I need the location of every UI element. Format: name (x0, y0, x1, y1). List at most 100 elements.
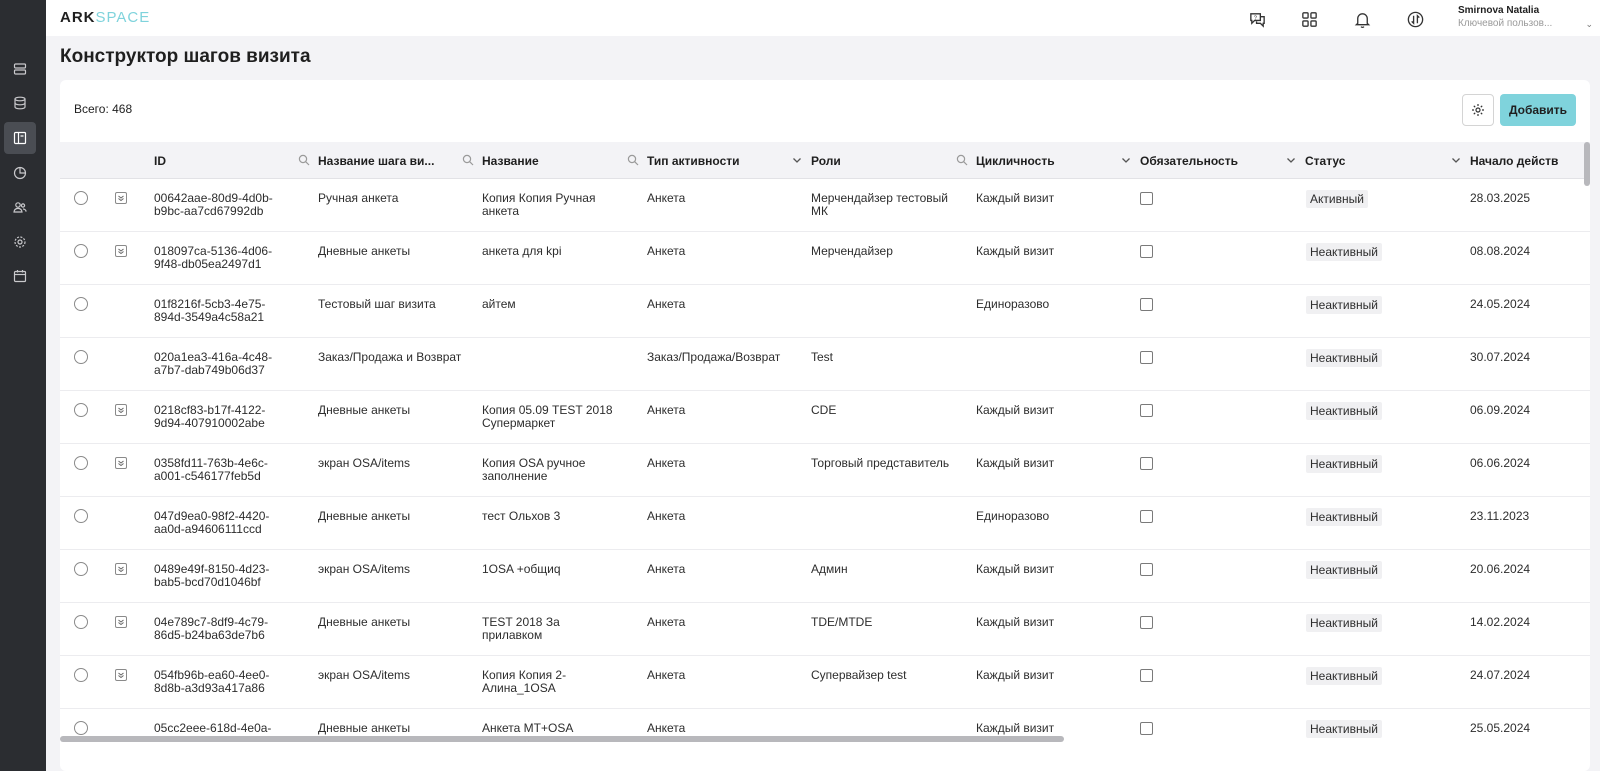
vertical-scrollbar[interactable] (1584, 142, 1590, 732)
cell-step-name: Дневные анкеты (318, 616, 411, 629)
table-row[interactable]: 00642aae-80d9-4d0b-b9bc-aa7cd67992db Ручн… (60, 179, 1590, 232)
row-select-radio[interactable] (74, 403, 88, 417)
cell-cycle: Каждый визит (976, 245, 1055, 258)
column-header-label: Обязательность (1140, 153, 1238, 168)
mandatory-checkbox[interactable] (1140, 669, 1153, 682)
column-header[interactable]: Название (482, 142, 647, 179)
cell-start-date: 14.02.2024 (1470, 616, 1531, 629)
search-icon[interactable] (298, 154, 310, 166)
top-bar: ARKSPACE ? Smirnova Natalia Ключевой пол… (46, 0, 1600, 36)
table-row[interactable]: 0489e49f-8150-4d23-bab5-bcd70d1046bf экра… (60, 550, 1590, 603)
cell-id: 020a1ea3-416a-4c48-a7b7-dab749b06d37 (154, 351, 273, 377)
row-select-radio[interactable] (74, 721, 88, 735)
row-select-radio[interactable] (74, 297, 88, 311)
column-header[interactable]: Роли (811, 142, 976, 179)
status-badge: Неактивный (1306, 349, 1382, 367)
column-header[interactable]: Начало действ (1470, 142, 1590, 179)
cell-roles: Test (811, 351, 834, 364)
settings-icon[interactable] (4, 226, 36, 258)
column-header[interactable]: Обязательность (1140, 142, 1305, 179)
expand-row-icon[interactable] (115, 616, 127, 628)
chevron-down-icon[interactable] (1120, 154, 1132, 166)
mandatory-checkbox[interactable] (1140, 351, 1153, 364)
row-select-radio[interactable] (74, 191, 88, 205)
horizontal-scroll-thumb[interactable] (60, 736, 1064, 742)
user-name: Smirnova Natalia (1458, 5, 1540, 16)
cell-id: 018097ca-5136-4d06-9f48-db05ea2497d1 (154, 245, 273, 271)
table-row[interactable]: 054fb96b-ea60-4ee0-8d8b-a3d93a417a86 экра… (60, 656, 1590, 709)
table-row[interactable]: 018097ca-5136-4d06-9f48-db05ea2497d1 Днев… (60, 232, 1590, 285)
cell-name: Анкета МТ+OSA (482, 722, 574, 735)
mandatory-checkbox[interactable] (1140, 563, 1153, 576)
cell-id: 0358fd11-763b-4e6c-a001-c546177feb5d (154, 457, 268, 483)
sync-icon[interactable] (1404, 8, 1426, 30)
column-header[interactable]: Тип активности (647, 142, 811, 179)
column-header[interactable]: ID (154, 142, 318, 179)
expand-row-icon[interactable] (115, 245, 127, 257)
expand-row-icon[interactable] (115, 404, 127, 416)
apps-grid-icon[interactable] (1298, 8, 1320, 30)
horizontal-scrollbar[interactable] (60, 736, 1590, 742)
mandatory-checkbox[interactable] (1140, 192, 1153, 205)
table-card: Всего: 468 Добавить ID Название шага ви..… (60, 80, 1590, 771)
expand-row-icon[interactable] (115, 669, 127, 681)
page-title: Конструктор шагов визита (60, 46, 311, 67)
row-select-radio[interactable] (74, 350, 88, 364)
reports-icon[interactable] (4, 157, 36, 189)
table-row[interactable]: 0218cf83-b17f-4122-9d94-407910002abe Днев… (60, 391, 1590, 444)
row-select-radio[interactable] (74, 456, 88, 470)
row-select-radio[interactable] (74, 615, 88, 629)
routes-icon[interactable] (4, 53, 36, 85)
expand-row-icon[interactable] (115, 192, 127, 204)
row-select-radio[interactable] (74, 244, 88, 258)
mandatory-checkbox[interactable] (1140, 510, 1153, 523)
database-icon[interactable] (4, 87, 36, 119)
mandatory-checkbox[interactable] (1140, 457, 1153, 470)
row-select-radio[interactable] (74, 509, 88, 523)
expand-row-icon[interactable] (115, 457, 127, 469)
column-header[interactable]: Цикличность (976, 142, 1140, 179)
column-header[interactable]: Название шага ви... (318, 142, 482, 179)
cell-cycle: Каждый визит (976, 563, 1055, 576)
table-row[interactable]: 01f8216f-5cb3-4e75-894d-3549a4c58a21 Тест… (60, 285, 1590, 338)
user-menu[interactable]: Smirnova Natalia Ключевой пользов... ⌄ (1458, 5, 1593, 29)
logo[interactable]: ARKSPACE (60, 9, 150, 26)
table-settings-button[interactable] (1462, 94, 1494, 126)
mandatory-checkbox[interactable] (1140, 722, 1153, 735)
row-select-radio[interactable] (74, 668, 88, 682)
chevron-down-icon[interactable] (791, 154, 803, 166)
search-icon[interactable] (462, 154, 474, 166)
table-row[interactable]: 047d9ea0-98f2-4420-aa0d-a94606111ccd Днев… (60, 497, 1590, 550)
table-row[interactable]: 020a1ea3-416a-4c48-a7b7-dab749b06d37 Зака… (60, 338, 1590, 391)
chevron-down-icon[interactable] (1450, 154, 1462, 166)
constructor-icon[interactable] (4, 122, 36, 154)
expand-row-icon[interactable] (115, 563, 127, 575)
chevron-down-icon[interactable] (1285, 154, 1297, 166)
row-select-radio[interactable] (74, 562, 88, 576)
search-icon[interactable] (627, 154, 639, 166)
cell-id: 01f8216f-5cb3-4e75-894d-3549a4c58a21 (154, 298, 266, 324)
add-button[interactable]: Добавить (1500, 94, 1576, 126)
status-badge: Неактивный (1306, 614, 1382, 632)
bell-icon[interactable] (1351, 8, 1373, 30)
help-chat-icon[interactable]: ? (1246, 8, 1268, 30)
mandatory-checkbox[interactable] (1140, 245, 1153, 258)
cell-roles: Админ (811, 563, 848, 576)
cell-start-date: 24.07.2024 (1470, 669, 1531, 682)
calendar-icon[interactable] (4, 260, 36, 292)
cell-step-name: Заказ/Продажа и Возврат (318, 351, 462, 364)
users-icon[interactable] (4, 191, 36, 223)
vertical-scroll-thumb[interactable] (1584, 142, 1590, 186)
cell-roles: Супервайзер test (811, 669, 907, 682)
mandatory-checkbox[interactable] (1140, 616, 1153, 629)
status-badge: Неактивный (1306, 667, 1382, 685)
mandatory-checkbox[interactable] (1140, 298, 1153, 311)
mandatory-checkbox[interactable] (1140, 404, 1153, 417)
cell-step-name: Дневные анкеты (318, 510, 411, 523)
search-icon[interactable] (956, 154, 968, 166)
table-row[interactable]: 0358fd11-763b-4e6c-a001-c546177feb5d экра… (60, 444, 1590, 497)
cell-activity-type: Анкета (647, 616, 686, 629)
column-header[interactable]: Статус (1305, 142, 1470, 179)
cell-step-name: Дневные анкеты (318, 245, 411, 258)
table-row[interactable]: 04e789c7-8df9-4c79-86d5-b24ba63de7b6 Днев… (60, 603, 1590, 656)
